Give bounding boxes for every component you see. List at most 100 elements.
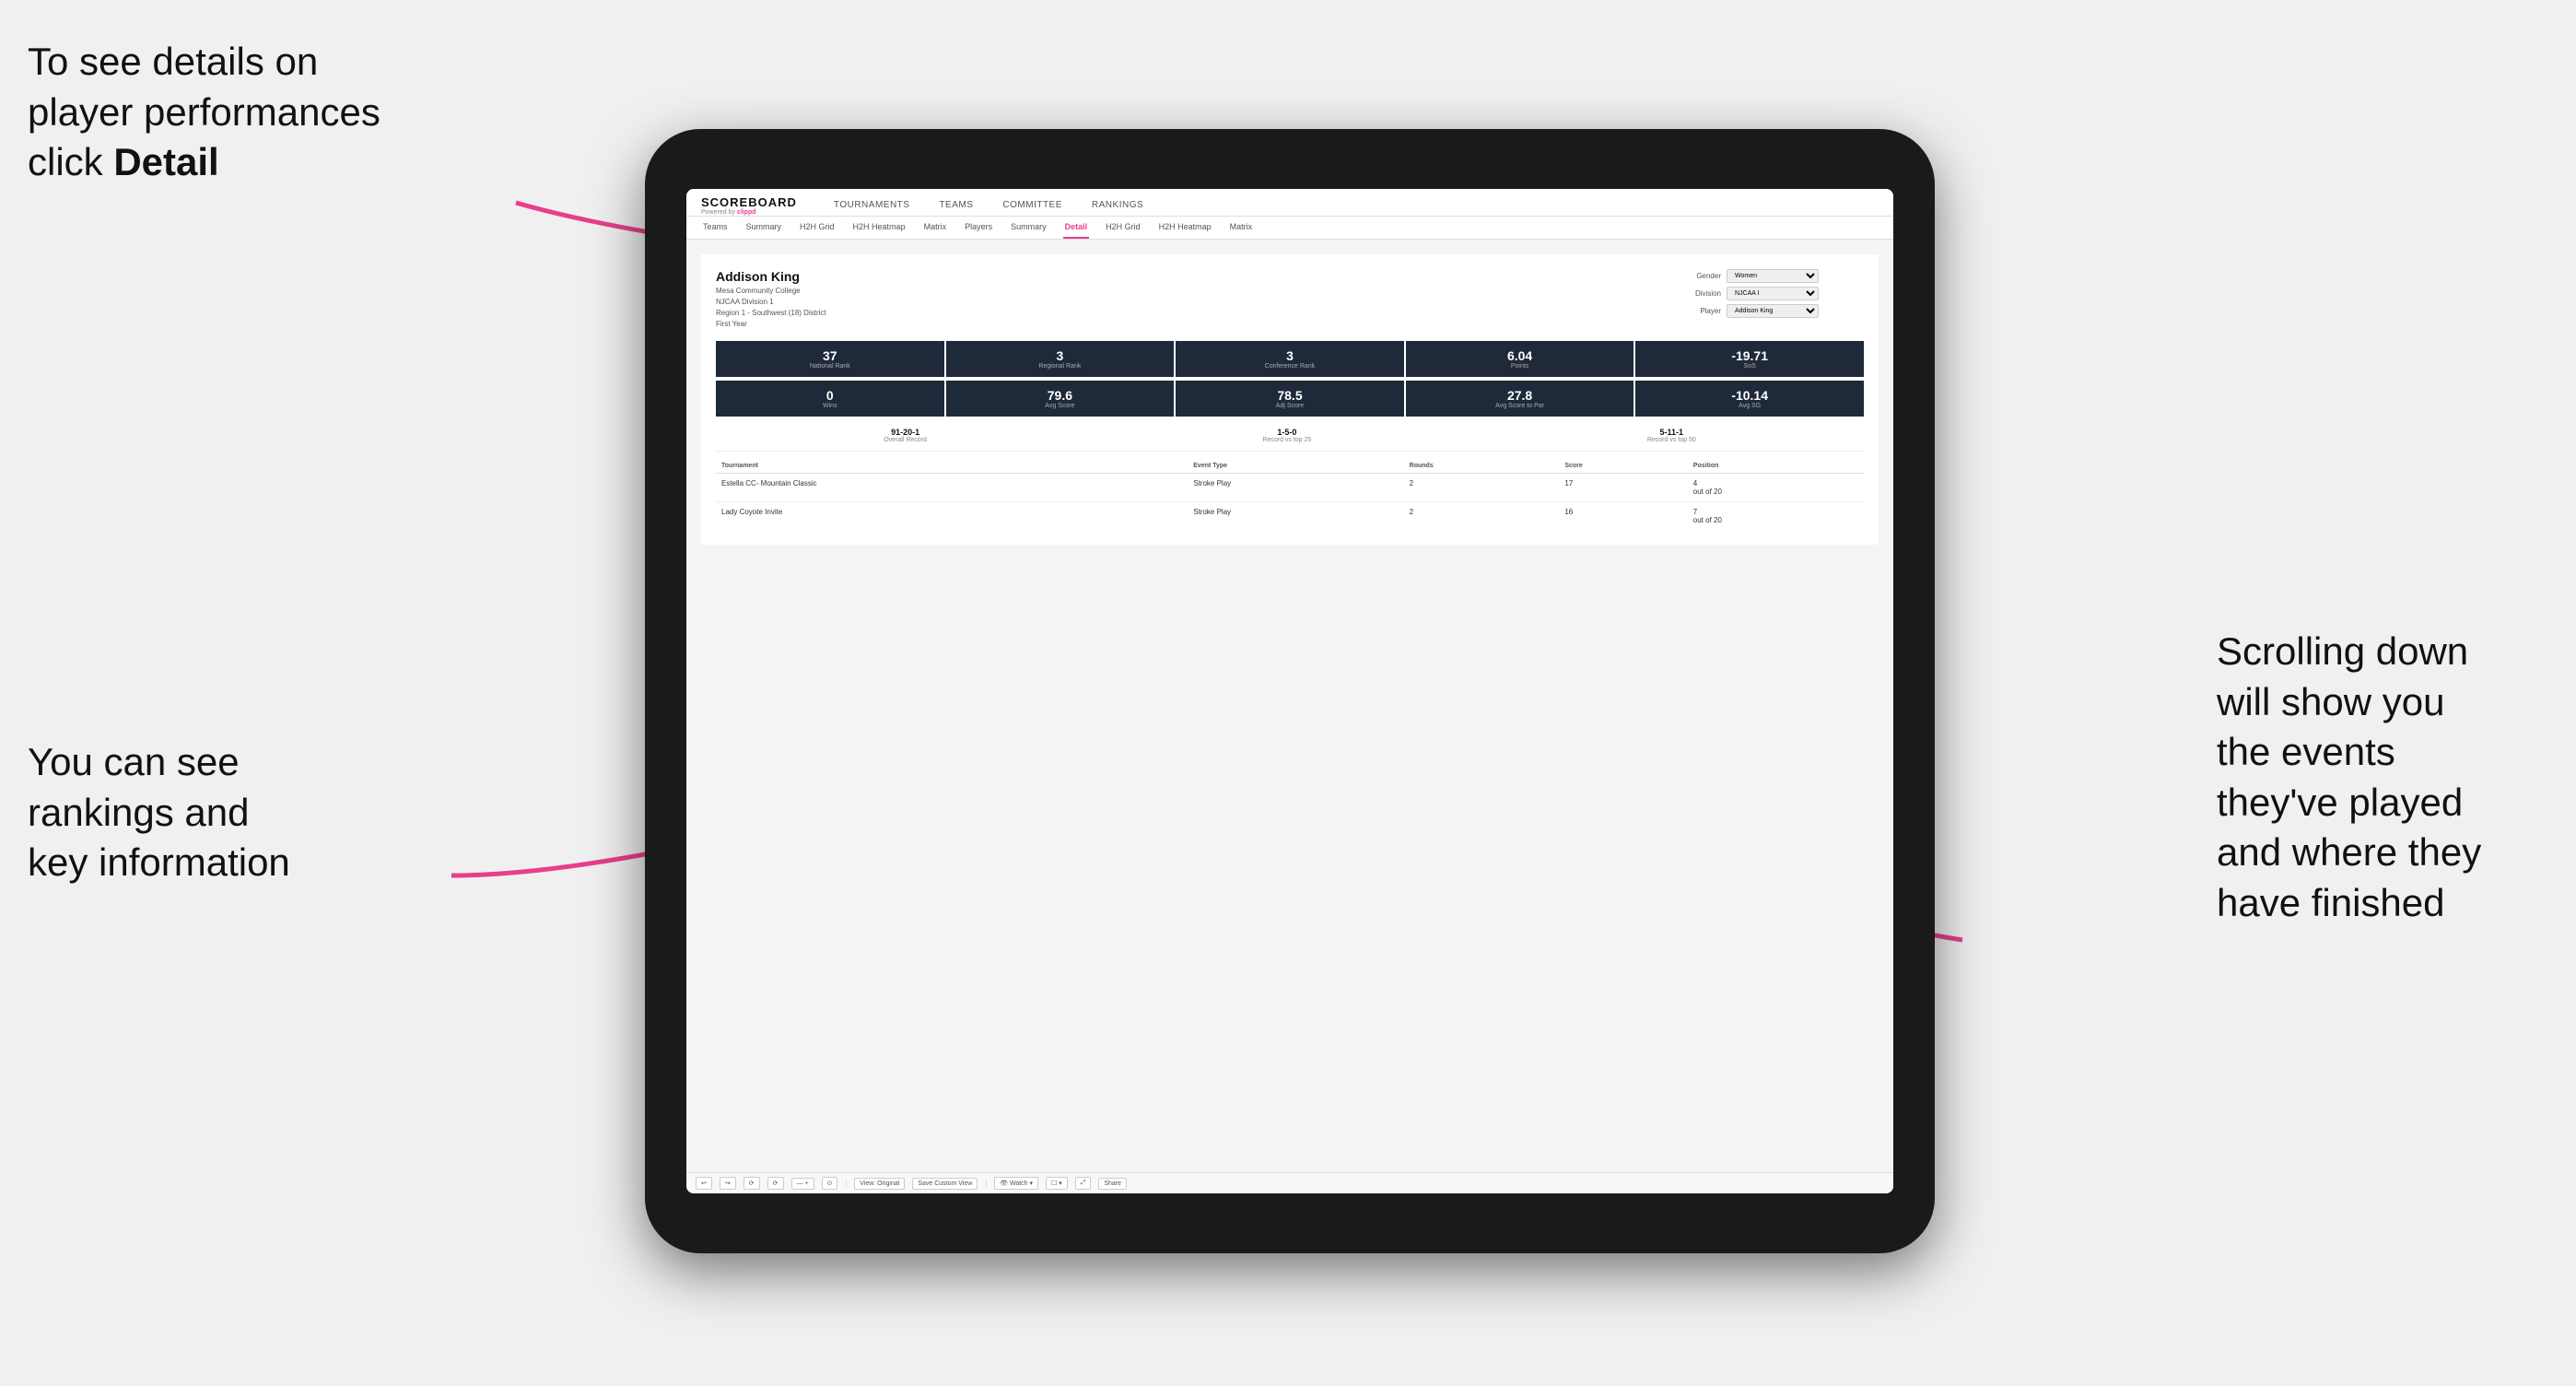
toolbar-share[interactable]: Share [1098, 1178, 1127, 1190]
record-label-top50: Record vs top 50 [1647, 437, 1696, 443]
stat-value-regional: 3 [950, 348, 1171, 363]
nav-rankings[interactable]: RANKINGS [1088, 194, 1147, 216]
annotation-br-1: Scrolling down [2217, 629, 2468, 673]
player-region: Region 1 - Southwest (18) District [716, 308, 826, 319]
stat-value-par: 27.8 [1410, 388, 1631, 403]
nav-bar: SCOREBOARD Powered by clippd TOURNAMENTS… [686, 189, 1893, 217]
stat-avg-par: 27.8 Avg Score to Par [1406, 381, 1634, 417]
annotation-bottom-right: Scrolling down will show you the events … [2217, 627, 2548, 929]
toolbar-zoom[interactable]: — + [791, 1178, 814, 1190]
tab-h2h-heatmap[interactable]: H2H Heatmap [851, 217, 907, 239]
stat-avg-score: 79.6 Avg Score [946, 381, 1175, 417]
stats-row-1: 37 National Rank 3 Regional Rank 3 Confe… [716, 341, 1864, 377]
stat-value-sg: -10.14 [1639, 388, 1860, 403]
stat-regional-rank: 3 Regional Rank [946, 341, 1175, 377]
annotation-line-2: player performances [28, 90, 381, 134]
annotation-br-4: they've played [2217, 781, 2463, 824]
logo-area: SCOREBOARD Powered by clippd [701, 195, 797, 216]
table-row: Lady Coyote Invite Stroke Play 2 16 7 ou… [716, 502, 1864, 531]
toolbar-share-options[interactable]: ☐ ▾ [1046, 1177, 1068, 1190]
bottom-toolbar: ↩ ↪ ⟳ ⟳ — + ⊙ | View: Original Save Cust… [686, 1172, 1893, 1193]
toolbar-watch[interactable]: 👁 Watch ▾ [994, 1177, 1038, 1190]
toolbar-undo[interactable]: ↩ [696, 1177, 712, 1190]
toolbar-save-custom[interactable]: Save Custom View [912, 1178, 978, 1190]
stat-label-par: Avg Score to Par [1410, 403, 1631, 409]
gender-control: Gender Women Men [1680, 269, 1864, 283]
record-label-overall: Overall Record [884, 437, 927, 443]
record-overall: 91-20-1 Overall Record [884, 428, 927, 443]
tab-matrix[interactable]: Matrix [922, 217, 949, 239]
toolbar-expand[interactable]: ⤢ [1075, 1177, 1092, 1190]
division-control: Division NJCAA I NJCAA II [1680, 287, 1864, 300]
stat-conference-rank: 3 Conference Rank [1176, 341, 1404, 377]
nav-teams[interactable]: TEAMS [935, 194, 977, 216]
stat-label-conference: Conference Rank [1179, 363, 1400, 370]
annotation-bl-1: You can see [28, 740, 240, 783]
toolbar-sep2: | [985, 1180, 987, 1187]
player-info: Addison King Mesa Community College NJCA… [716, 269, 826, 330]
annotation-br-5: and where they [2217, 830, 2481, 874]
stat-value-sos: -19.71 [1639, 348, 1860, 363]
record-label-top25: Record vs top 25 [1262, 437, 1311, 443]
tab-summary2[interactable]: Summary [1009, 217, 1048, 239]
player-header: Addison King Mesa Community College NJCA… [716, 269, 1864, 330]
record-value-top50: 5-11-1 [1647, 428, 1696, 437]
tab-players[interactable]: Players [963, 217, 994, 239]
cell-score-0: 17 [1559, 474, 1687, 502]
annotation-top-left: To see details on player performances cl… [28, 37, 381, 188]
division-label: Division [1680, 289, 1721, 298]
content-card: Addison King Mesa Community College NJCA… [701, 254, 1879, 545]
nav-committee[interactable]: COMMITTEE [999, 194, 1066, 216]
tablet-device: SCOREBOARD Powered by clippd TOURNAMENTS… [645, 129, 1935, 1253]
col-rounds: Rounds [1404, 459, 1560, 474]
annotation-bl-2: rankings and [28, 791, 250, 834]
toolbar-refresh2[interactable]: ⟳ [767, 1177, 784, 1190]
gender-select[interactable]: Women Men [1727, 269, 1819, 283]
tab-h2h-heatmap2[interactable]: H2H Heatmap [1157, 217, 1213, 239]
stat-label-national: National Rank [720, 363, 941, 370]
cell-position-0: 4 out of 20 [1688, 474, 1864, 502]
annotation-br-6: have finished [2217, 881, 2445, 924]
stat-avg-sg: -10.14 Avg SG [1635, 381, 1864, 417]
player-label: Player [1680, 307, 1721, 315]
stat-label-regional: Regional Rank [950, 363, 1171, 370]
stat-label-points: Points [1410, 363, 1631, 370]
stat-label-avg: Avg Score [950, 403, 1171, 409]
tab-h2h-grid[interactable]: H2H Grid [798, 217, 837, 239]
toolbar-sep1: | [845, 1180, 847, 1187]
powered-by: Powered by clippd [701, 209, 797, 216]
annotation-bold: Detail [113, 140, 218, 183]
table-row: Estella CC- Mountain Classic Stroke Play… [716, 474, 1864, 502]
tab-h2h-grid2[interactable]: H2H Grid [1104, 217, 1142, 239]
logo-text: SCOREBOARD [701, 195, 797, 209]
annotation-line-3: click [28, 140, 113, 183]
toolbar-refresh[interactable]: ⟳ [744, 1177, 760, 1190]
table-header-row: Tournament Event Type Rounds Score Posit… [716, 459, 1864, 474]
records-row: 91-20-1 Overall Record 1-5-0 Record vs t… [716, 420, 1864, 452]
stat-label-sg: Avg SG [1639, 403, 1860, 409]
stat-value-national: 37 [720, 348, 941, 363]
toolbar-view-original[interactable]: View: Original [854, 1178, 905, 1190]
stat-label-sos: SoS [1639, 363, 1860, 370]
stats-row-2: 0 Wins 79.6 Avg Score 78.5 Adj Score 27.… [716, 381, 1864, 417]
annotation-bottom-left: You can see rankings and key information [28, 737, 290, 888]
tab-matrix2[interactable]: Matrix [1228, 217, 1255, 239]
tab-summary[interactable]: Summary [744, 217, 784, 239]
toolbar-target[interactable]: ⊙ [822, 1177, 838, 1190]
tab-detail[interactable]: Detail [1063, 217, 1090, 239]
player-control: Player Addison King [1680, 304, 1864, 318]
stat-value-adj: 78.5 [1179, 388, 1400, 403]
col-score: Score [1559, 459, 1687, 474]
stat-points: 6.04 Points [1406, 341, 1634, 377]
stat-value-points: 6.04 [1410, 348, 1631, 363]
col-tournament: Tournament [716, 459, 1188, 474]
nav-tournaments[interactable]: TOURNAMENTS [830, 194, 914, 216]
division-select[interactable]: NJCAA I NJCAA II [1727, 287, 1819, 300]
cell-score-1: 16 [1559, 502, 1687, 531]
player-select[interactable]: Addison King [1727, 304, 1819, 318]
tab-teams[interactable]: Teams [701, 217, 730, 239]
stat-sos: -19.71 SoS [1635, 341, 1864, 377]
toolbar-redo[interactable]: ↪ [720, 1177, 736, 1190]
main-content[interactable]: Addison King Mesa Community College NJCA… [686, 240, 1893, 1172]
player-school: Mesa Community College [716, 286, 826, 297]
